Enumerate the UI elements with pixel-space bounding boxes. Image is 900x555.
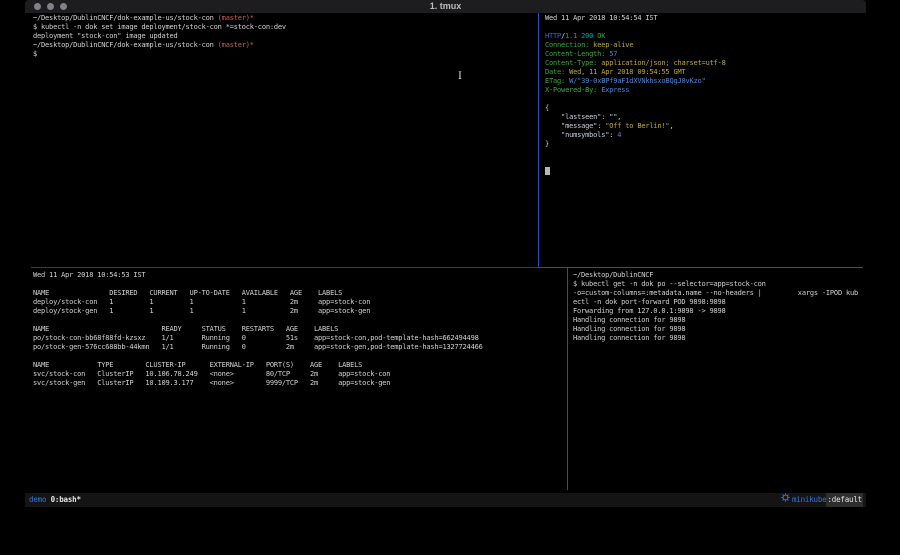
pane-divider-horizontal-left[interactable]	[31, 267, 538, 268]
pane-top-right[interactable]: Wed 11 Apr 2018 10:54:54 IST HTTP/1.1 200…	[545, 14, 863, 176]
terminal-line: Handling connection for 9898	[573, 334, 863, 343]
terminal-line: deploy/stock-con 1 1 1 1 2m app=stock-co…	[33, 298, 563, 307]
terminal-line: Wed 11 Apr 2018 10:54:53 IST	[33, 271, 563, 280]
terminal-line: po/stock-con-bb68f88fd-kzsxz 1/1 Running…	[33, 334, 563, 343]
terminal-line	[545, 23, 863, 32]
terminal-line: svc/stock-con ClusterIP 10.106.78.249 <n…	[33, 370, 563, 379]
terminal-line: deploy/stock-gen 1 1 1 1 2m app=stock-ge…	[33, 307, 563, 316]
terminal-line: Handling connection for 9898	[573, 325, 863, 334]
terminal-line: ETag: W/"39-0xBPf9aF1dXVNkhsxoBQgJ8vKzo"	[545, 77, 863, 86]
window-title: 1. tmux	[25, 1, 866, 11]
terminal-line: Connection: keep-alive	[545, 41, 863, 50]
terminal-line: }	[545, 140, 863, 149]
terminal-line: {	[545, 104, 863, 113]
terminal-line	[545, 149, 863, 158]
terminal-line: Wed 11 Apr 2018 10:54:54 IST	[545, 14, 863, 23]
kube-namespace: :default	[826, 493, 863, 507]
status-left: demo 0:bash*	[29, 493, 81, 507]
terminal-line: HTTP/1.1 200 OK	[545, 32, 863, 41]
status-right: minikube:default	[781, 493, 863, 507]
terminal-line: Forwarding from 127.0.0.1:9898 -> 9898	[573, 307, 863, 316]
window-titlebar: 1. tmux	[25, 0, 866, 13]
terminal-line: ~/Desktop/DublinCNCF/dok-example-us/stoc…	[33, 14, 533, 23]
terminal-line: svc/stock-gen ClusterIP 10.109.3.177 <no…	[33, 379, 563, 388]
terminal-line: NAME READY STATUS RESTARTS AGE LABELS	[33, 325, 563, 334]
terminal-line: Date: Wed, 11 Apr 2018 09:54:55 GMT	[545, 68, 863, 77]
pane-bottom-right[interactable]: ~/Desktop/DublinCNCF$ kubectl get -n dok…	[573, 271, 863, 343]
kubernetes-helm-icon	[781, 493, 790, 507]
terminal-line: ~/Desktop/DublinCNCF/dok-example-us/stoc…	[33, 41, 533, 50]
terminal-line: NAME DESIRED CURRENT UP-TO-DATE AVAILABL…	[33, 289, 563, 298]
terminal-line: "lastseen": "",	[545, 113, 863, 122]
terminal-line: ~/Desktop/DublinCNCF	[573, 271, 863, 280]
terminal-line: $	[33, 50, 533, 59]
terminal-line	[545, 167, 863, 176]
terminal-line: X-Powered-By: Express	[545, 86, 863, 95]
pane-bottom-left[interactable]: Wed 11 Apr 2018 10:54:53 IST NAME DESIRED…	[33, 271, 563, 388]
pane-divider-horizontal-right[interactable]	[538, 267, 863, 268]
terminal-line	[545, 95, 863, 104]
terminal-line: "message": "Off to Berlin!",	[545, 122, 863, 131]
terminal-screen: 1. tmux ~/Desktop/DublinCNCF/dok-example…	[0, 0, 900, 555]
terminal-line: po/stock-gen-576cc688bb-44kmn 1/1 Runnin…	[33, 343, 563, 352]
terminal-line	[33, 316, 563, 325]
terminal-line	[33, 352, 563, 361]
terminal-line: Content-Length: 57	[545, 50, 863, 59]
pane-top-left[interactable]: ~/Desktop/DublinCNCF/dok-example-us/stoc…	[33, 14, 533, 59]
terminal-line: Handling connection for 9898	[573, 316, 863, 325]
window-tab-bash[interactable]: 0:bash*	[51, 495, 81, 504]
terminal-line: NAME TYPE CLUSTER-IP EXTERNAL-IP PORT(S)…	[33, 361, 563, 370]
terminal-line: $ kubectl -n dok set image deployment/st…	[33, 23, 533, 32]
terminal-line: $ kubectl get -n dok po --selector=app=s…	[573, 280, 863, 289]
terminal-line: "numsymbols": 4	[545, 131, 863, 140]
kube-context: minikube	[792, 493, 827, 507]
terminal-line: Content-Type: application/json; charset=…	[545, 59, 863, 68]
terminal-line: ectl -n dok port-forward POD 9898:9898	[573, 298, 863, 307]
pane-divider-vertical-bottom[interactable]	[567, 268, 568, 490]
terminal-line: deployment "stock-con" image updated	[33, 32, 533, 41]
mouse-ibeam-cursor: I	[458, 71, 462, 82]
terminal-line	[33, 280, 563, 289]
terminal-line: -o=custom-columns=:metadata.name --no-he…	[573, 289, 863, 298]
session-name: demo	[29, 495, 46, 504]
pane-divider-vertical-top[interactable]	[538, 13, 539, 267]
tmux-status-bar: demo 0:bash* minikub	[25, 493, 866, 507]
terminal-line	[545, 158, 863, 167]
